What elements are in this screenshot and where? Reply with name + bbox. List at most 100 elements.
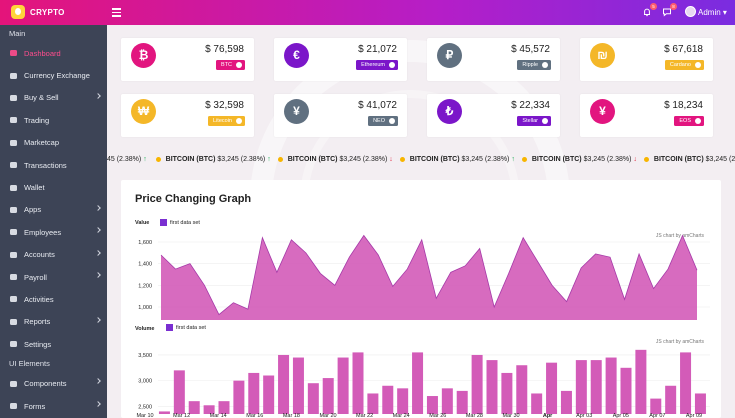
x-tick-label: Mar 16	[246, 413, 263, 418]
ticker-item: BITCOIN (BTC) $3,245 (2.38%) ↓	[271, 151, 393, 168]
coin-tag[interactable]: Ripple	[517, 60, 551, 70]
sidebar-item-reports[interactable]: Reports	[0, 311, 107, 333]
volume-bar	[367, 393, 379, 414]
sidebar-item-label: Settings	[24, 339, 52, 349]
trading-icon	[9, 116, 18, 124]
x-tick-label: Apr 03	[576, 413, 592, 418]
check-icon	[236, 118, 242, 124]
ticker-coin-name: BITCOIN (BTC)	[409, 156, 460, 163]
ticker-value: $3,245 (2.38%)	[583, 156, 632, 163]
price-changing-graph-panel: Price Changing Graph Value first data set…	[121, 180, 721, 418]
x-tick-label: Mar 10	[136, 413, 153, 418]
sidebar-item-currency-exchange[interactable]: Currency Exchange	[0, 64, 107, 86]
sidebar-item-wallet[interactable]: Wallet	[0, 176, 107, 198]
menu-toggle-icon[interactable]	[112, 8, 121, 17]
price-ticker: 45 (2.38%) ↑ BITCOIN (BTC) $3,245 (2.38%…	[107, 151, 735, 168]
sidebar-item-dashboard[interactable]: Dashboard	[0, 42, 107, 64]
ticker-item: BITCOIN (BTC) $3,245 (2.38%) ↑	[393, 151, 515, 168]
volume-bar	[248, 372, 260, 414]
x-tick-label: Mar 26	[429, 413, 446, 418]
yen-icon: ¥	[284, 99, 309, 124]
coin-tag[interactable]: BTC	[216, 60, 245, 70]
coin-card[interactable]: ₽ $ 45,572 Ripple	[427, 38, 560, 81]
ticker-item: BITCOIN (BTC) $3,245 (2.38%) ↑	[149, 151, 271, 168]
brand[interactable]: CRYPTO	[0, 0, 107, 25]
top-navbar: CRYPTO 5 8 Admin ▾	[0, 0, 735, 25]
coin-tag[interactable]: NEO	[368, 116, 398, 126]
amcharts-credit: JS chart by amCharts	[656, 339, 705, 345]
x-tick-label: Mar 22	[356, 413, 373, 418]
y-tick-label: 1,000	[138, 305, 152, 311]
transactions-icon	[9, 161, 18, 169]
area-series-fill	[161, 235, 697, 320]
sidebar-item-settings[interactable]: Settings	[0, 333, 107, 355]
coin-card[interactable]: ¥ $ 41,072 NEO	[274, 94, 407, 137]
sidebar-item-components[interactable]: Components	[0, 372, 107, 394]
check-icon	[542, 62, 548, 68]
coin-card[interactable]: ₿ $ 76,598 BTC	[121, 38, 254, 81]
x-tick-label: Mar 12	[173, 413, 190, 418]
sidebar-item-label: Apps	[24, 205, 42, 215]
coin-tag[interactable]: EOS	[674, 116, 704, 126]
sidebar-item-label: Components	[24, 379, 67, 389]
volume-bar	[620, 367, 632, 414]
coin-tag[interactable]: Ethereum	[356, 60, 398, 70]
coin-tag[interactable]: Stellar	[517, 116, 551, 126]
sidebar-item-apps[interactable]: Apps	[0, 199, 107, 221]
volume-bar	[233, 380, 245, 414]
volume-bar	[337, 357, 349, 414]
message-icon[interactable]: 8	[662, 3, 677, 17]
y-tick-label: 3,000	[138, 379, 152, 385]
coin-card[interactable]: ¥ $ 18,234 EOS	[580, 94, 713, 137]
chevron-right-icon	[95, 316, 101, 323]
sidebar-item-buy-sell[interactable]: Buy & Sell	[0, 87, 107, 109]
volume-bar	[278, 354, 290, 414]
coin-card[interactable]: € $ 21,072 Ethereum	[274, 38, 407, 81]
ticker-item: BITCOIN (BTC) $3,245 (2.38%) ↓	[515, 151, 637, 168]
price-chart[interactable]: Value first data set JS chart by amCharts 1…	[121, 180, 721, 418]
volume-bar	[665, 385, 677, 414]
brand-name: CRYPTO	[30, 8, 65, 17]
y-axis-label: Volume	[135, 326, 154, 332]
sidebar-item-transactions[interactable]: Transactions	[0, 154, 107, 176]
sidebar-item-label: Buy & Sell	[24, 93, 59, 103]
sidebar-item-activities[interactable]: Activities	[0, 288, 107, 310]
x-tick-label: Mar 28	[466, 413, 483, 418]
sidebar-heading-ui: UI Elements	[9, 359, 50, 369]
volume-bar	[471, 354, 483, 414]
volume-bar	[680, 352, 692, 414]
forms-icon	[9, 402, 18, 410]
activities-icon	[9, 295, 18, 303]
volume-bar	[263, 375, 275, 414]
sidebar-item-label: Wallet	[24, 183, 45, 193]
coin-name: NEO	[373, 118, 385, 124]
coin-card[interactable]: ₩ $ 32,598 Litecoin	[121, 94, 254, 137]
sidebar-item-forms[interactable]: Forms	[0, 395, 107, 417]
avatar[interactable]	[685, 6, 696, 17]
sidebar-item-label: Accounts	[24, 250, 55, 260]
coin-price: $ 18,234	[664, 100, 703, 111]
sidebar-item-employees[interactable]: Employees	[0, 221, 107, 243]
sidebar-item-accounts[interactable]: Accounts	[0, 244, 107, 266]
coin-tag[interactable]: Litecoin	[208, 116, 245, 126]
bell-icon[interactable]: 5	[642, 3, 657, 17]
volume-bar	[501, 372, 513, 414]
shekel-icon: ₪	[590, 43, 615, 68]
sidebar-item-trading[interactable]: Trading	[0, 109, 107, 131]
coin-tag[interactable]: Cardano	[664, 60, 704, 70]
coin-card[interactable]: ₺ $ 22,334 Stellar	[427, 94, 560, 137]
legend-swatch	[166, 324, 173, 331]
bitcoin-icon	[399, 156, 405, 162]
brand-logo-icon	[11, 5, 25, 19]
sidebar-item-payroll[interactable]: Payroll	[0, 266, 107, 288]
sidebar-item-marketcap[interactable]: Marketcap	[0, 132, 107, 154]
wallet-icon	[9, 184, 18, 192]
currency-exchange-icon	[9, 72, 18, 80]
coin-price: $ 21,072	[358, 44, 397, 55]
coin-card[interactable]: ₪ $ 67,618 Cardano	[580, 38, 713, 81]
buy-sell-icon	[9, 94, 18, 102]
y-axis-label: Value	[135, 220, 149, 226]
employees-icon	[9, 228, 18, 236]
volume-bar	[426, 396, 438, 414]
user-menu[interactable]: Admin ▾	[698, 8, 727, 17]
